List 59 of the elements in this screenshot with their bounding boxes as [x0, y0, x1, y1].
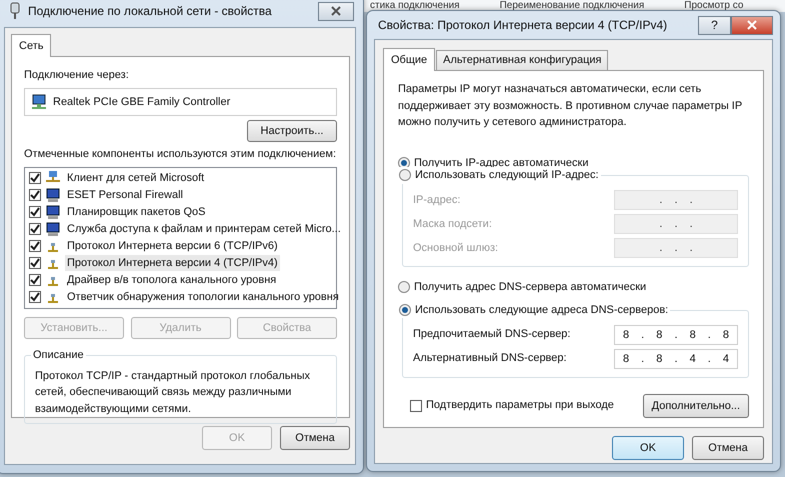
field-label: Основной шлюз: [413, 240, 498, 256]
checkbox[interactable] [29, 240, 41, 252]
configure-button[interactable]: Настроить... [247, 120, 337, 142]
dialog-button[interactable]: Отмена [692, 436, 764, 460]
advanced-button[interactable]: Дополнительно... [642, 394, 749, 418]
dialog-button[interactable]: OK [612, 436, 684, 460]
close-icon [747, 20, 757, 30]
close-icon [331, 6, 341, 16]
field-label: Альтернативный DNS-сервер: [413, 351, 567, 366]
radio-button[interactable] [399, 169, 411, 182]
tab[interactable]: Сеть [11, 34, 52, 57]
list-item[interactable]: Клиент для сетей Microsoft [65, 170, 206, 186]
toolbar-item[interactable]: Переименование подключения [500, 0, 644, 12]
close-button[interactable] [318, 2, 354, 20]
option-label[interactable]: Использовать следующие адреса DNS-серверов: [415, 302, 668, 318]
service-icon [45, 188, 61, 202]
checkbox[interactable] [29, 189, 41, 201]
description-text: Протокол TCP/IP - стандартный протокол глобальных сетей, обеспечивающий связь между различными взаимодействующими сетями. [35, 368, 311, 416]
list-item[interactable]: Планировщик пакетов QoS [65, 204, 208, 220]
list-item[interactable]: Протокол Интернета версии 4 (TCP/IPv4) [65, 254, 280, 272]
toolbar-item[interactable]: Просмотр со [684, 0, 744, 12]
checkbox[interactable] [410, 400, 422, 412]
field-label: IP-адрес: [413, 192, 460, 208]
tab[interactable]: Общие [383, 48, 436, 71]
intro-text: Параметры IP могут назначаться автоматически, если сеть поддерживает эту возможность. В противном случае параметры IP можно получить у сетевого администратора. [398, 82, 743, 130]
network-plug-icon [8, 2, 22, 20]
checkbox[interactable] [29, 223, 41, 235]
toolbar-item[interactable]: стика подключения [370, 0, 460, 12]
service-icon [45, 204, 61, 220]
field-label: Маска подсети: [413, 216, 492, 232]
window-title: Подключение по локальной сети - свойства [28, 3, 272, 20]
list-item[interactable]: Драйвер в/в тополога канального уровня [65, 272, 278, 288]
help-button[interactable]: ? [698, 16, 731, 34]
field-label: Подключение через: [24, 68, 130, 83]
checkbox[interactable] [29, 172, 41, 184]
option-label[interactable]: Получить адрес DNS-сервера автоматически [414, 279, 646, 296]
checkbox-label[interactable]: Подтвердить параметры при выходе [426, 397, 614, 414]
dialog-button[interactable]: Отмена [280, 426, 350, 450]
radio-button[interactable] [398, 281, 410, 294]
checkbox[interactable] [29, 274, 41, 286]
checkbox[interactable] [29, 291, 41, 303]
service-icon [45, 222, 61, 236]
checkbox[interactable] [29, 206, 41, 218]
radio-button[interactable] [399, 304, 411, 316]
list-item[interactable]: Протокол Интернета версии 6 (TCP/IPv6) [65, 238, 280, 254]
field-label: Отмеченные компоненты используются этим подключением: [24, 147, 337, 162]
ip-field[interactable]: 8 . 8 . 8 . 8 [614, 324, 738, 344]
tab[interactable]: Альтернативная конфигурация [436, 50, 608, 70]
list-item[interactable]: ESET Personal Firewall [65, 186, 185, 204]
close-button[interactable] [731, 16, 773, 34]
ip-field[interactable]: 8 . 8 . 4 . 4 [614, 348, 738, 368]
window-title: Свойства: Протокол Интернета версии 4 (TCP/IPv4) [378, 17, 668, 34]
checkbox[interactable] [29, 257, 41, 269]
adapter-name: Realtek PCIe GBE Family Controller [53, 94, 230, 110]
radio-button[interactable] [398, 156, 410, 169]
list-item[interactable]: Служба доступа к файлам и принтерам сетей Micro... [65, 220, 343, 238]
list-item[interactable]: Ответчик обнаружения топологии канального уровня [65, 288, 341, 306]
field-label: Предпочитаемый DNS-сервер: [413, 327, 570, 342]
network-adapter-icon [31, 94, 47, 110]
